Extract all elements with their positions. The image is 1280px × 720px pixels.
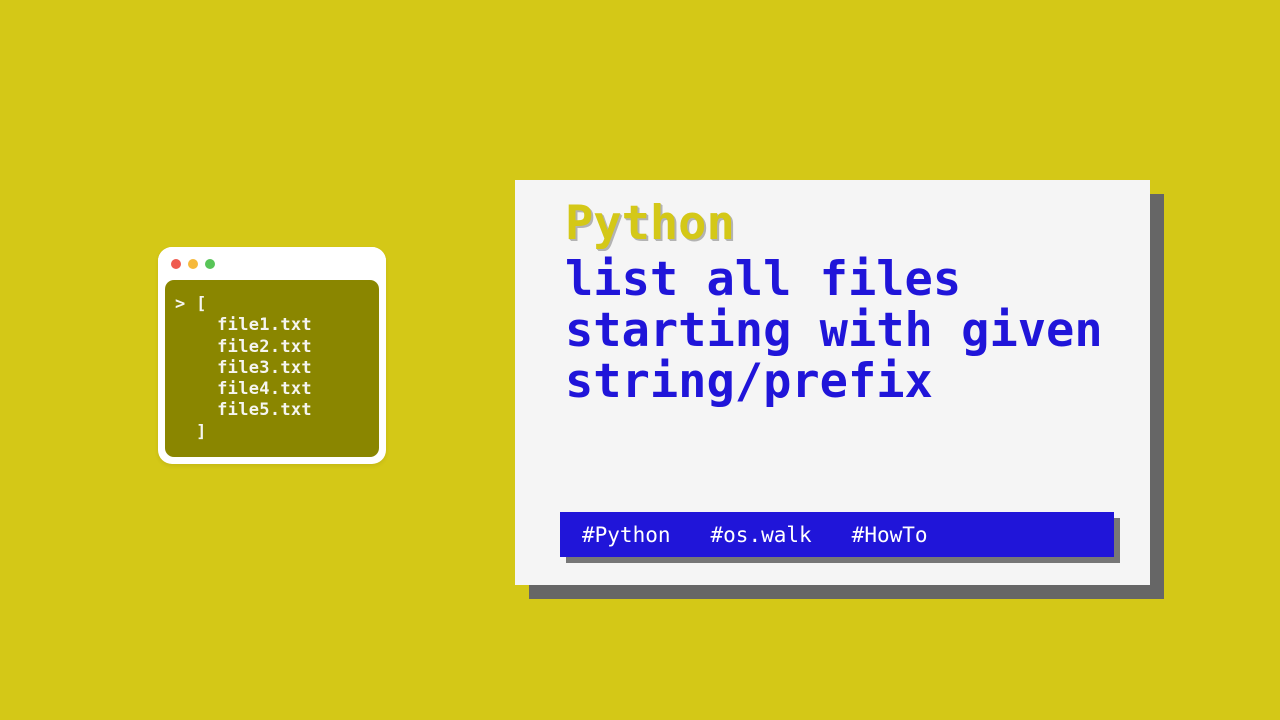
terminal-titlebar (158, 247, 386, 280)
terminal-frame: > [ file1.txt file2.txt file3.txt file4.… (158, 247, 386, 464)
card-subtitle: list all files starting with given strin… (565, 255, 1114, 407)
terminal-window: > [ file1.txt file2.txt file3.txt file4.… (158, 247, 386, 464)
card-title: Python (565, 200, 1114, 247)
close-dot-icon (171, 259, 181, 269)
tag-bar: #Python #os.walk #HowTo (560, 512, 1114, 557)
terminal-output: > [ file1.txt file2.txt file3.txt file4.… (165, 280, 379, 457)
maximize-dot-icon (205, 259, 215, 269)
tag-howto: #HowTo (852, 523, 928, 547)
tag-oswalk: #os.walk (711, 523, 812, 547)
minimize-dot-icon (188, 259, 198, 269)
tag-python: #Python (582, 523, 671, 547)
content-card: Python list all files starting with give… (515, 180, 1150, 585)
